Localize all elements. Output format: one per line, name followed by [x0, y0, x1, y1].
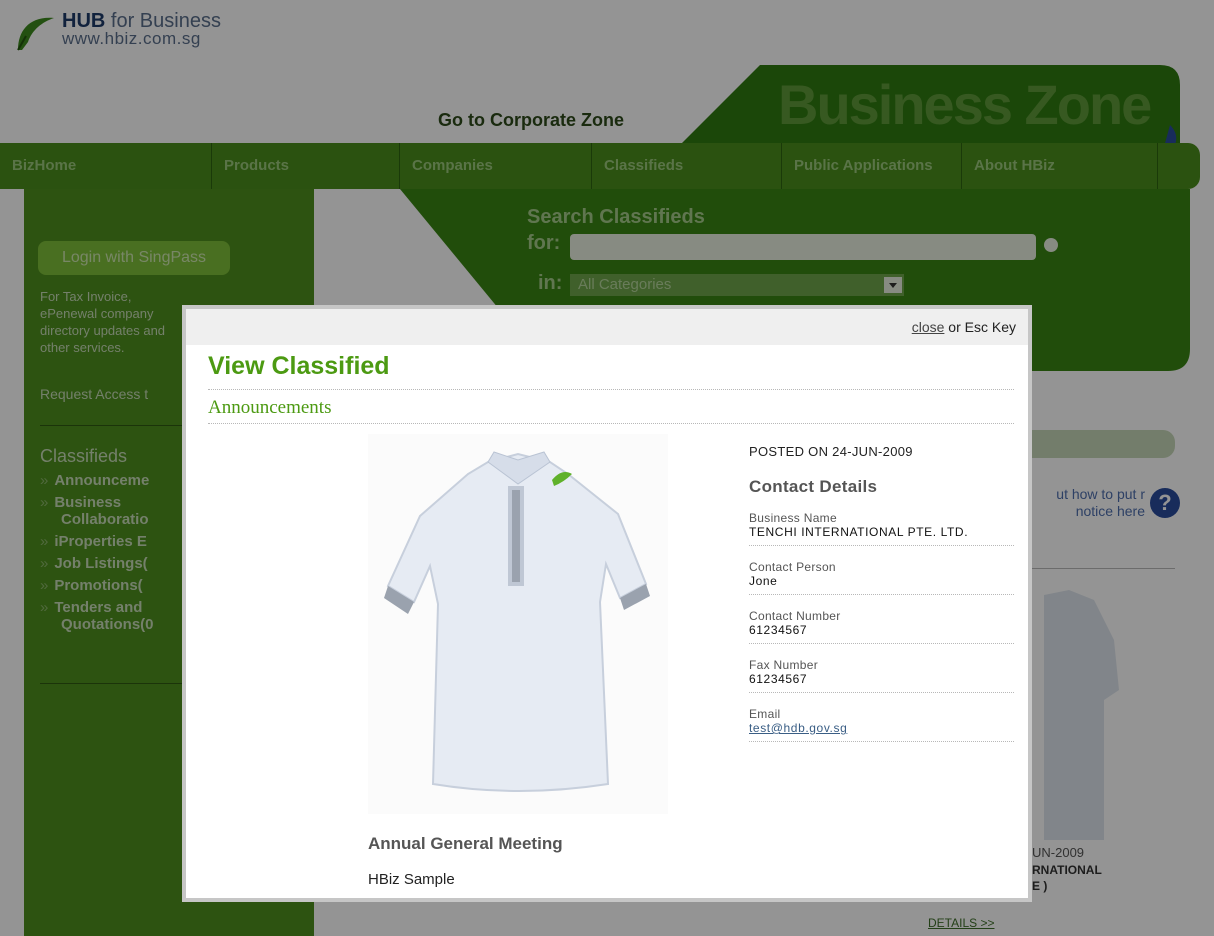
email-link[interactable]: test@hdb.gov.sg	[749, 721, 1014, 735]
view-classified-modal: close or Esc Key View Classified Announc…	[182, 305, 1032, 902]
title-divider	[208, 389, 1014, 390]
close-link[interactable]: close	[912, 319, 945, 335]
page: HUB for Business www.hbiz.com.sg Go to C…	[0, 0, 1214, 936]
field-value: 61234567	[749, 672, 808, 686]
modal-title: View Classified	[208, 352, 390, 380]
category-divider	[208, 423, 1014, 424]
close-hint: or Esc Key	[944, 319, 1016, 335]
field-label: Business Name	[749, 511, 837, 525]
contact-details-heading: Contact Details	[749, 477, 878, 496]
field-label: Contact Person	[749, 560, 836, 574]
contact-details: POSTED ON 24-JUN-2009 Contact Details Bu…	[749, 444, 1014, 742]
item-title: Annual General Meeting	[368, 834, 563, 853]
field-label: Email	[749, 707, 781, 721]
field-value: TENCHI INTERNATIONAL PTE. LTD.	[749, 525, 969, 539]
field-value: 61234567	[749, 623, 808, 637]
field-value: Jone	[749, 574, 778, 588]
classified-photo	[368, 434, 668, 814]
field-label: Contact Number	[749, 609, 841, 623]
field-label: Fax Number	[749, 658, 819, 672]
posted-date: POSTED ON 24-JUN-2009	[749, 444, 913, 459]
contact-number-field: Contact Number 61234567	[749, 609, 1014, 644]
business-name-field: Business Name TENCHI INTERNATIONAL PTE. …	[749, 511, 1014, 546]
contact-person-field: Contact Person Jone	[749, 560, 1014, 595]
item-description: HBiz Sample	[368, 871, 455, 888]
modal-top-bar: close or Esc Key	[186, 309, 1028, 345]
email-field: Email test@hdb.gov.sg	[749, 707, 1014, 742]
classified-category: Announcements	[208, 397, 332, 418]
fax-number-field: Fax Number 61234567	[749, 658, 1014, 693]
